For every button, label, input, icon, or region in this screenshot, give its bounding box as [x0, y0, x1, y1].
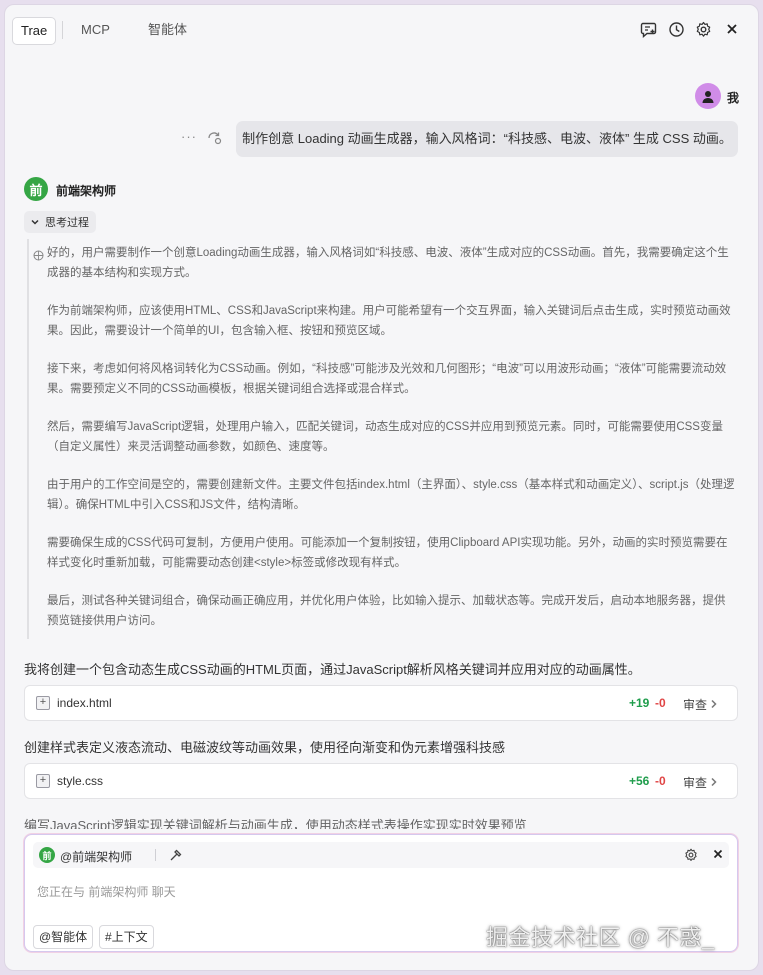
lines-removed: -0 — [655, 696, 666, 710]
thinking-icon — [33, 248, 44, 266]
lines-removed: -0 — [655, 774, 666, 788]
user-message-bubble: 制作创意 Loading 动画生成器，输入风格词：“科技感、电波、液体” 生成 … — [236, 121, 738, 157]
settings-icon[interactable] — [693, 19, 713, 39]
chevron-right-icon — [711, 699, 717, 709]
tab-trae[interactable]: Trae — [12, 17, 57, 45]
thinking-paragraph: 好的，用户需要制作一个创意Loading动画生成器，输入风格词如“科技感、电波、… — [47, 247, 729, 279]
assistant-avatar: 前 — [24, 177, 48, 201]
chat-input[interactable]: 您正在与 前端架构师 聊天 — [37, 883, 176, 900]
file-name: style.css — [57, 774, 104, 788]
history-icon[interactable] — [666, 19, 686, 39]
tab-agents[interactable]: 智能体 — [148, 17, 187, 43]
file-name: index.html — [57, 696, 112, 710]
thinking-paragraph: 然后，需要编写JavaScript逻辑，处理用户输入，匹配关键词，动态生成对应的… — [47, 421, 723, 453]
thinking-paragraph: 接下来，考虑如何将风格词转化为CSS动画。例如，“科技感”可能涉及光效和几何图形… — [47, 363, 727, 395]
message-more-button[interactable]: ··· — [181, 129, 197, 144]
assistant-intro-text: 我将创建一个包含动态生成CSS动画的HTML页面，通过JavaScript解析风… — [24, 662, 641, 677]
file-change-card[interactable]: + index.html +19 -0 审查 — [24, 685, 738, 721]
file-change-card[interactable]: + style.css +56 -0 审查 — [24, 763, 738, 799]
lines-added: +19 — [629, 696, 650, 710]
close-icon[interactable] — [722, 19, 742, 39]
agent-settings-icon[interactable] — [684, 848, 698, 867]
thinking-label: 思考过程 — [45, 217, 89, 229]
assistant-name: 前端架构师 — [56, 184, 117, 198]
agent-mention: @前端架构师 — [60, 850, 133, 864]
thinking-toggle[interactable]: 思考过程 — [24, 211, 96, 233]
step-text: 创建样式表定义液态流动、电磁波纹等动画效果，使用径向渐变和伪元素增强科技感 — [24, 740, 506, 755]
context-chip-button[interactable]: #上下文 — [99, 925, 154, 949]
review-label: 审查 — [683, 776, 708, 790]
tool-icon[interactable] — [169, 848, 183, 867]
step-text: 编写JavaScript逻辑实现关键词解析与动画生成，使用动态样式表操作实现实时… — [24, 818, 527, 829]
divider — [155, 849, 156, 861]
expand-icon[interactable]: + — [36, 774, 50, 788]
tab-divider — [62, 21, 63, 39]
tab-mcp[interactable]: MCP — [81, 17, 110, 43]
thinking-paragraph: 需要确保生成的CSS代码可复制，方便用户使用。可能添加一个复制按钮，使用Clip… — [47, 537, 728, 569]
thinking-paragraph: 作为前端架构师，应该使用HTML、CSS和JavaScript来构建。用户可能希… — [47, 305, 731, 337]
agent-chip-button[interactable]: @智能体 — [33, 925, 94, 949]
chevron-right-icon — [711, 777, 717, 787]
agent-avatar: 前 — [39, 847, 55, 863]
chevron-down-icon — [31, 219, 39, 225]
remove-agent-icon[interactable] — [713, 847, 723, 862]
expand-icon[interactable]: + — [36, 696, 50, 710]
thinking-paragraph: 由于用户的工作空间是空的，需要创建新文件。主要文件包括index.html（主界… — [47, 479, 735, 511]
thinking-rule — [27, 239, 29, 639]
lines-added: +56 — [629, 774, 650, 788]
top-bar: Trae MCP 智能体 — [5, 5, 758, 53]
thinking-text: 好的，用户需要制作一个创意Loading动画生成器，输入风格词如“科技感、电波、… — [47, 244, 735, 650]
watermark: 掘金技术社区 @ 不惑_ — [486, 925, 715, 950]
thinking-block: 好的，用户需要制作一个创意Loading动画生成器，输入风格词如“科技感、电波、… — [27, 239, 739, 639]
user-avatar — [695, 83, 721, 109]
user-label: 我 — [727, 91, 740, 105]
new-chat-icon[interactable] — [638, 19, 658, 39]
agent-selector[interactable]: 前 @前端架构师 — [33, 842, 729, 868]
chat-panel: Trae MCP 智能体 我 ··· 制作创意 Loading 动画生成器，输入… — [4, 4, 759, 971]
review-label: 审查 — [683, 698, 708, 712]
thinking-paragraph: 最后，测试各种关键词组合，确保动画正确应用，并优化用户体验，比如输入提示、加载状… — [47, 595, 726, 627]
retry-icon[interactable] — [207, 131, 223, 150]
review-button[interactable]: 审查 — [683, 696, 718, 713]
review-button[interactable]: 审查 — [683, 774, 718, 791]
